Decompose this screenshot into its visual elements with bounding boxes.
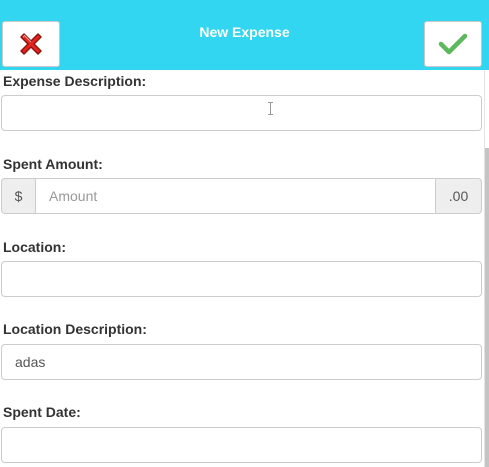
header-bar: New Expense <box>0 0 489 70</box>
confirm-button[interactable] <box>424 21 482 67</box>
currency-prefix: $ <box>1 178 36 214</box>
spent-date-label: Spent Date: <box>3 404 81 420</box>
scrollbar-thumb[interactable] <box>485 148 489 467</box>
description-input[interactable] <box>1 95 482 131</box>
text-cursor-icon <box>268 102 273 115</box>
checkmark-icon <box>438 33 468 55</box>
description-label: Expense Description: <box>3 73 147 89</box>
scrollbar[interactable] <box>484 70 489 467</box>
amount-input[interactable] <box>36 178 435 214</box>
page-title: New Expense <box>199 24 290 40</box>
new-expense-screen: New Expense Expense Description: Spent A… <box>0 0 489 467</box>
amount-label: Spent Amount: <box>3 156 103 172</box>
cents-suffix: .00 <box>435 178 482 214</box>
location-description-label: Location Description: <box>3 321 147 337</box>
spent-date-input[interactable] <box>1 427 482 463</box>
location-description-input[interactable] <box>1 344 482 380</box>
location-input[interactable] <box>1 261 482 297</box>
location-label: Location: <box>3 239 66 255</box>
amount-input-group: $ .00 <box>1 178 482 214</box>
